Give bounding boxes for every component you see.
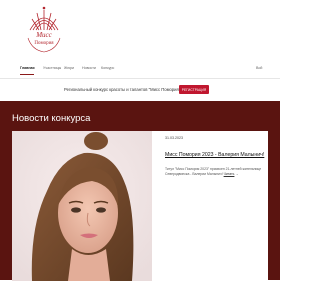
news-card[interactable]: 31.03.2023 Мисс Помория 2023 - Валерия М… [12,131,268,281]
article-excerpt: Титул "Мисс Помория 2023" присвоен 21-ле… [165,167,265,177]
promo-banner: Региональный конкурс красоты и талантов … [0,81,280,97]
nav-item-news[interactable]: Новости [82,66,96,70]
miss-pomorie-logo[interactable]: Мисс Помория [20,4,68,56]
article-headline-link[interactable]: Мисс Помория 2023 - Валерия Малынич! [165,152,264,158]
logo-text-line2: Помория [34,41,54,46]
news-section: Новости конкурса 31.03.2023 Мисс Помория… [0,101,280,281]
main-nav: Главная Участницы Жюри Новости Конкурс В… [0,62,280,76]
article-date: 31.03.2023 [165,136,183,140]
nav-divider [0,78,280,79]
article-photo[interactable] [12,131,152,281]
nav-item-home[interactable]: Главная [20,66,35,70]
register-button[interactable]: РЕГИСТРАЦИЯ [179,85,209,94]
read-more-link[interactable]: Читать [224,172,235,176]
promo-text: Региональный конкурс красоты и талантов … [64,87,181,92]
nav-active-indicator [20,74,34,75]
logo-text-line1: Мисс [35,31,52,39]
nav-item-jury[interactable]: Жюри [64,66,74,70]
news-section-title: Новости конкурса [12,113,91,124]
site-header: Мисс Помория [0,0,280,62]
article-excerpt-text: Титул "Мисс Помория 2023" присвоен 21-ле… [165,167,262,177]
nav-login-link[interactable]: Вой [256,66,262,70]
nav-item-participants[interactable]: Участницы [43,66,61,70]
nav-item-contest[interactable]: Конкурс [101,66,114,70]
arrow-right-icon: → [235,172,239,177]
